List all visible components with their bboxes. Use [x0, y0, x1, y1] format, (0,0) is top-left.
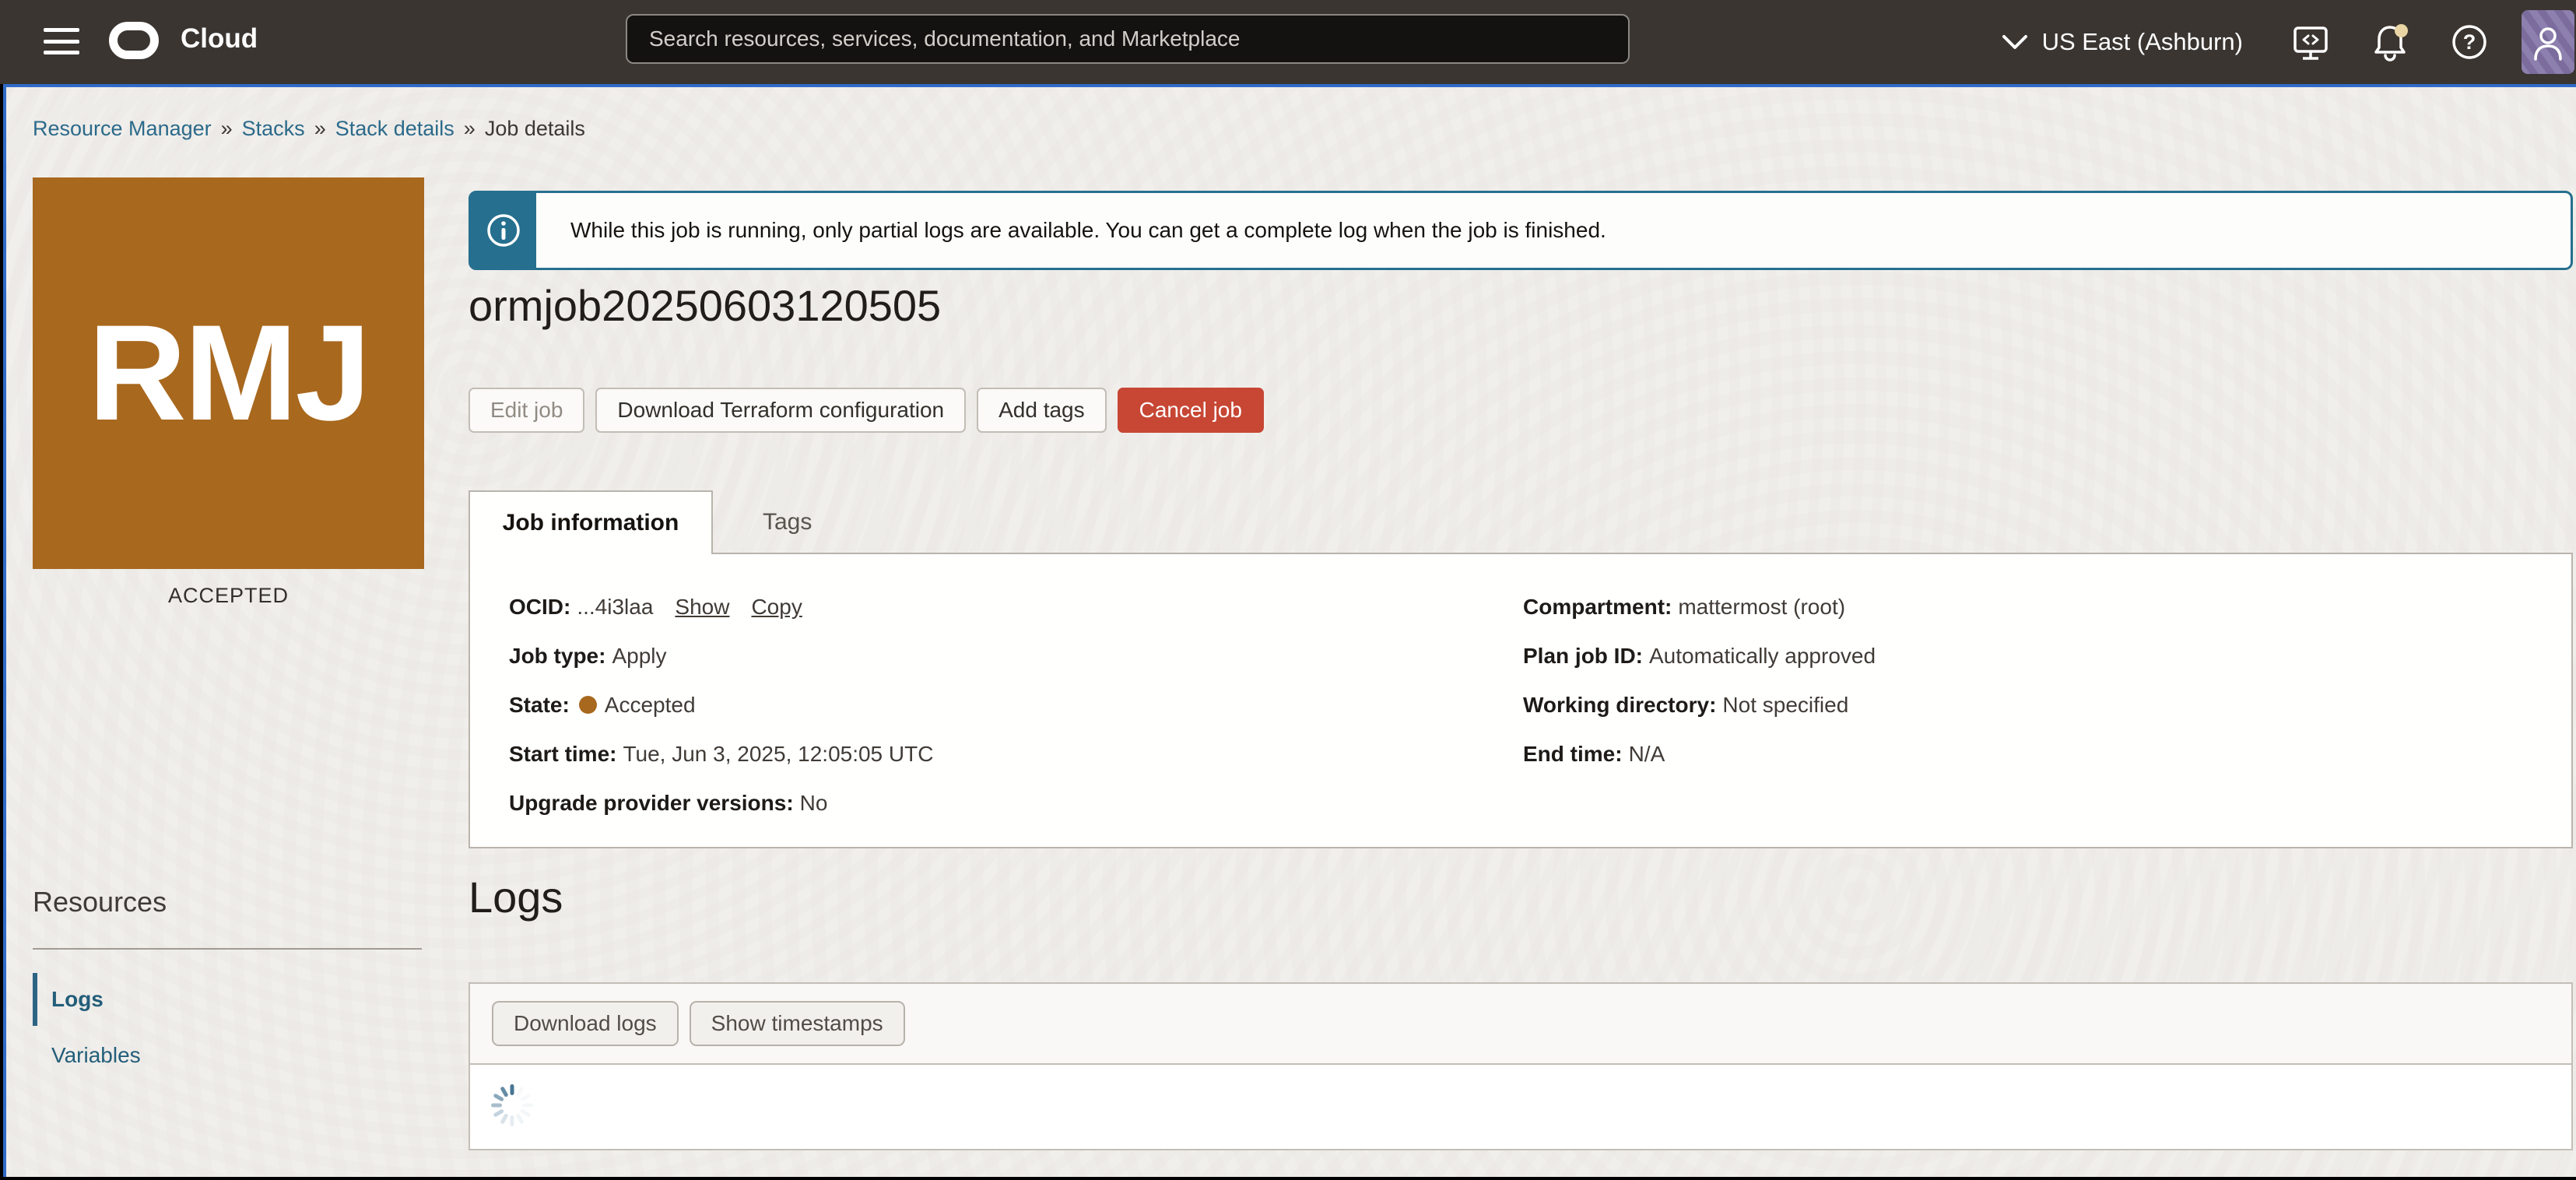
cancel-job-button[interactable]: Cancel job	[1118, 388, 1264, 433]
breadcrumb-link-resource-manager[interactable]: Resource Manager	[33, 117, 212, 140]
user-menu-avatar[interactable]	[2522, 10, 2574, 74]
info-banner: While this job is running, only partial …	[469, 191, 2573, 270]
add-tags-button[interactable]: Add tags	[977, 388, 1107, 433]
field-value: mattermost (root)	[1678, 595, 1845, 619]
sidebar-item-variables[interactable]: Variables	[51, 1043, 141, 1068]
field-start-time: Start time: Tue, Jun 3, 2025, 12:05:05 UT…	[509, 742, 933, 767]
show-timestamps-button[interactable]: Show timestamps	[690, 1001, 905, 1046]
field-value: N/A	[1629, 742, 1665, 766]
resources-divider	[33, 948, 422, 950]
cloud-shell-icon	[2291, 23, 2330, 61]
loading-spinner-icon	[489, 1082, 535, 1129]
topbar-right-group: US East (Ashburn) ?	[2002, 0, 2576, 84]
field-state: State: Accepted	[509, 693, 933, 718]
info-banner-icon-block	[471, 193, 536, 268]
breadcrumb-current: Job details	[485, 117, 585, 140]
active-item-indicator	[33, 973, 37, 1026]
edit-job-button[interactable]: Edit job	[469, 388, 584, 433]
oracle-logo[interactable]	[109, 22, 159, 59]
field-end-time: End time:N/A	[1523, 742, 1876, 767]
field-label: State:	[509, 693, 570, 717]
brand-label: Cloud	[181, 23, 258, 54]
breadcrumb: Resource Manager » Stacks » Stack details » Jo…	[33, 117, 585, 141]
tab-job-information[interactable]: Job information	[469, 490, 713, 554]
notifications-button[interactable]	[2371, 23, 2409, 61]
field-label: Compartment:	[1523, 595, 1672, 619]
field-value: Apply	[612, 644, 666, 668]
logs-toolbar: Download logs Show timestamps	[470, 984, 2571, 1065]
help-icon: ?	[2450, 23, 2489, 61]
region-selector[interactable]: US East (Ashburn)	[2002, 28, 2243, 56]
breadcrumb-separator: »	[464, 117, 476, 140]
field-value: Automatically approved	[1649, 644, 1876, 668]
job-initials: RMJ	[88, 295, 368, 451]
job-initials-tile: RMJ	[33, 177, 424, 569]
field-upgrade-provider-versions: Upgrade provider versions:No	[509, 791, 933, 816]
field-label: Start time:	[509, 742, 616, 766]
hamburger-menu-icon[interactable]	[44, 28, 79, 54]
field-label: Plan job ID:	[1523, 644, 1643, 668]
show-ocid-link[interactable]: Show	[675, 595, 729, 619]
chevron-down-icon	[2002, 33, 2028, 51]
page-title: ormjob20250603120505	[469, 280, 941, 331]
help-button[interactable]: ?	[2450, 23, 2489, 61]
job-info-left-column: OCID: ...4i3laa Show Copy Job type: Apply St…	[509, 595, 933, 840]
field-working-directory: Working directory:Not specified	[1523, 693, 1876, 718]
svg-text:?: ?	[2463, 30, 2476, 54]
page-content: Resource Manager » Stacks » Stack details » Jo…	[3, 84, 2576, 1177]
field-label: Working directory:	[1523, 693, 1716, 717]
action-buttons: Edit job Download Terraform configuratio…	[469, 388, 1264, 433]
field-label: OCID:	[509, 595, 570, 619]
field-label: End time:	[1523, 742, 1623, 766]
tab-bar: Job information Tags	[469, 490, 862, 554]
download-logs-button[interactable]: Download logs	[492, 1001, 679, 1046]
field-value: Not specified	[1722, 693, 1848, 717]
sidebar-item-logs[interactable]: Logs	[51, 987, 104, 1012]
cloud-shell-button[interactable]	[2291, 23, 2330, 61]
logs-output-area	[470, 1065, 2571, 1149]
field-ocid: OCID: ...4i3laa Show Copy	[509, 595, 933, 620]
resources-heading: Resources	[33, 886, 167, 918]
search-input[interactable]	[626, 14, 1630, 64]
breadcrumb-separator: »	[314, 117, 326, 140]
user-icon	[2531, 23, 2565, 61]
job-status-label: ACCEPTED	[33, 584, 424, 608]
job-info-right-column: Compartment:mattermost (root) Plan job I…	[1523, 595, 1876, 791]
info-icon	[486, 212, 521, 248]
state-status-dot	[579, 696, 597, 714]
logs-section-heading: Logs	[469, 872, 563, 922]
download-terraform-configuration-button[interactable]: Download Terraform configuration	[595, 388, 966, 433]
logs-card: Download logs Show timestamps	[469, 982, 2573, 1150]
field-plan-job-id: Plan job ID:Automatically approved	[1523, 644, 1876, 669]
job-information-panel: OCID: ...4i3laa Show Copy Job type: Apply St…	[469, 553, 2573, 848]
topbar: Cloud US East (Ashburn)	[0, 0, 2576, 84]
notification-badge	[2395, 24, 2408, 37]
breadcrumb-link-stacks[interactable]: Stacks	[242, 117, 305, 140]
info-banner-message: While this job is running, only partial …	[536, 193, 1606, 268]
field-compartment: Compartment:mattermost (root)	[1523, 595, 1876, 620]
field-value: No	[800, 791, 828, 815]
field-value: Tue, Jun 3, 2025, 12:05:05 UTC	[623, 742, 933, 766]
region-label: US East (Ashburn)	[2042, 28, 2243, 56]
field-value: Accepted	[605, 693, 696, 717]
field-job-type: Job type: Apply	[509, 644, 933, 669]
field-label: Upgrade provider versions:	[509, 791, 794, 815]
breadcrumb-separator: »	[221, 117, 233, 140]
copy-ocid-link[interactable]: Copy	[751, 595, 802, 619]
field-value: ...4i3laa	[577, 595, 653, 619]
field-label: Job type:	[509, 644, 605, 668]
breadcrumb-link-stack-details[interactable]: Stack details	[335, 117, 454, 140]
tab-tags[interactable]: Tags	[713, 490, 862, 554]
